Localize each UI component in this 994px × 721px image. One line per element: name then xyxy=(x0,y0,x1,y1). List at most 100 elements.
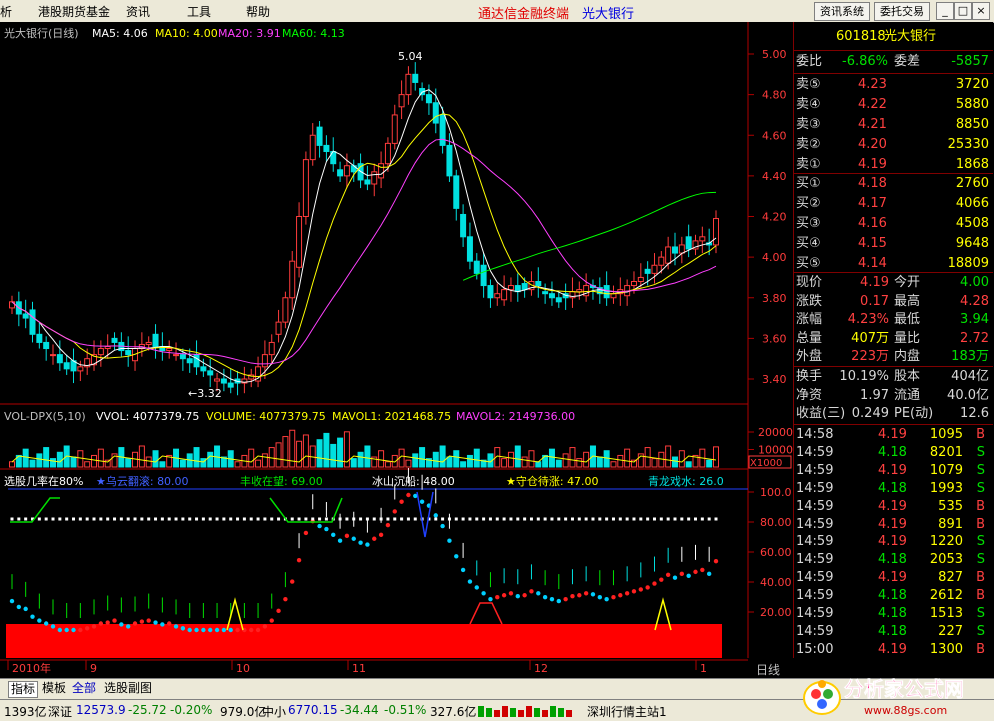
date-axis-label: 2010年 xyxy=(12,661,51,675)
volume-bar xyxy=(152,450,159,468)
candle-body xyxy=(166,348,173,352)
indicator-marker xyxy=(195,517,199,521)
indicator-dot xyxy=(187,627,192,633)
tick-price: 4.19 xyxy=(878,516,907,532)
info-system-button[interactable]: 资讯系统 xyxy=(814,2,870,21)
indicator-header: 冰山沉船: 48.00 xyxy=(372,474,455,488)
tick-volume: 1513 xyxy=(929,606,963,621)
indicator-dot xyxy=(392,509,397,514)
weibi-value: -6.86% xyxy=(842,54,888,69)
candle-body xyxy=(542,291,549,295)
indicator-marker xyxy=(167,517,171,521)
stat-label: 最高 xyxy=(894,293,921,309)
tab-template[interactable]: 模板 xyxy=(40,681,68,696)
candle-body xyxy=(501,289,508,301)
status-server[interactable]: 深圳行情主站1 xyxy=(587,703,667,720)
tick-side: S xyxy=(976,462,985,478)
indicator-dot xyxy=(583,591,589,596)
stat-value: 407万 xyxy=(851,330,889,346)
volume-bar xyxy=(473,448,480,468)
signal-bar xyxy=(510,708,516,717)
tick-price: 4.19 xyxy=(878,570,907,586)
candle-body xyxy=(364,179,371,185)
indicator-marker xyxy=(714,517,718,521)
quote-panel: 601818 光大银行 委比 -6.86% 委差 -5857 卖⑤ 4.23 3720 卖④ 4.2… xyxy=(793,22,993,658)
trade-button[interactable]: 委托交易 xyxy=(874,2,930,21)
tab-stock-selection-chart[interactable]: 选股副图 xyxy=(102,681,154,696)
date-axis-label: 10 xyxy=(236,662,250,675)
volume-bar xyxy=(323,432,330,468)
candle-body xyxy=(658,256,665,266)
ask-row: 卖② 4.20 25330 xyxy=(794,136,993,154)
candle-body xyxy=(97,348,104,356)
ask-row: 卖⑤ 4.23 3720 xyxy=(794,76,993,94)
volume-header: MAVOL2: 2149736.00 xyxy=(456,410,575,423)
menu-info[interactable]: 资讯 xyxy=(126,3,150,20)
volume-bar xyxy=(501,458,508,468)
bid-label: 买④ xyxy=(796,236,821,251)
bid-price: 4.15 xyxy=(858,236,887,251)
menu-help[interactable]: 帮助 xyxy=(246,3,270,20)
candle-body xyxy=(685,236,692,250)
tab-indicator[interactable]: 指标 xyxy=(8,681,39,698)
signal-bar xyxy=(494,710,500,717)
stat-row: 外盘 223万 内盘 183万 xyxy=(794,348,993,366)
indicator-header: 选股几率在80% xyxy=(4,474,83,488)
indicator-header: ★守仓待涨: 47.00 xyxy=(506,474,599,488)
indicator-marker xyxy=(338,517,342,521)
maximize-button[interactable]: □ xyxy=(954,2,972,20)
menu-hk-futures[interactable]: 港股期货基金 xyxy=(38,3,110,20)
indicator-dot xyxy=(208,627,213,633)
tick-row: 14:59 4.18 227 S xyxy=(794,623,993,641)
minimize-button[interactable]: _ xyxy=(936,2,954,20)
menu-tools[interactable]: 工具 xyxy=(187,3,211,20)
menu-clipped[interactable]: 析 xyxy=(0,3,12,20)
indicator-dot xyxy=(125,624,131,629)
candle-body xyxy=(29,309,36,335)
indicator-dot xyxy=(515,594,520,599)
indicator-dot xyxy=(372,536,377,541)
candle-body xyxy=(651,264,658,274)
indicator-dot xyxy=(501,593,507,598)
indicator-marker xyxy=(242,517,246,521)
indicator-marker xyxy=(147,517,151,521)
tab-all[interactable]: 全部 xyxy=(70,681,98,696)
indicator-dot xyxy=(173,624,179,629)
tick-side: B xyxy=(976,427,985,442)
close-button[interactable]: × xyxy=(972,2,990,20)
candle-body xyxy=(555,297,562,303)
indicator-marker xyxy=(454,517,458,521)
indicator-marker xyxy=(304,517,308,521)
volume-bar xyxy=(97,448,104,468)
ask-price: 4.19 xyxy=(858,157,887,172)
ask-price: 4.23 xyxy=(858,77,887,92)
volume-bar xyxy=(282,436,289,468)
indicator-dot xyxy=(276,608,281,614)
candle-body xyxy=(337,169,344,177)
period-label[interactable]: 日线 xyxy=(756,663,780,677)
kline-chart[interactable]: 5.00 4.80 4.60 4.40 4.20 4.00 3.80 3.60 3.40 2000… xyxy=(0,22,793,678)
bid-volume: 4508 xyxy=(955,216,989,231)
ask-label: 卖③ xyxy=(796,117,821,132)
volume-bar xyxy=(603,450,610,468)
stock-name: 光大银行 xyxy=(884,29,937,44)
weicha-value: -5857 xyxy=(951,54,989,69)
indicator-dot xyxy=(37,618,42,623)
candle-body xyxy=(173,354,180,357)
tick-price: 4.18 xyxy=(878,623,907,639)
indicator-marker xyxy=(639,517,643,521)
status-sme-label[interactable]: 中小 xyxy=(262,703,286,720)
indicator-marker xyxy=(516,517,520,521)
ask-volume: 5880 xyxy=(955,97,989,112)
volume-bar xyxy=(193,447,200,468)
volume-bar xyxy=(330,443,337,468)
indicator-marker xyxy=(318,517,322,521)
ask-label: 卖① xyxy=(796,157,821,172)
stat-row: 涨跌 0.17 最高 4.28 xyxy=(794,293,993,311)
stat-value: 183万 xyxy=(951,349,989,364)
indicator-marker xyxy=(379,517,383,521)
status-sz-label[interactable]: 深证 xyxy=(48,703,72,720)
indicator-dot xyxy=(358,540,363,545)
indicator-dot xyxy=(686,573,691,578)
status-sz-value: 12573.9 xyxy=(76,703,126,717)
